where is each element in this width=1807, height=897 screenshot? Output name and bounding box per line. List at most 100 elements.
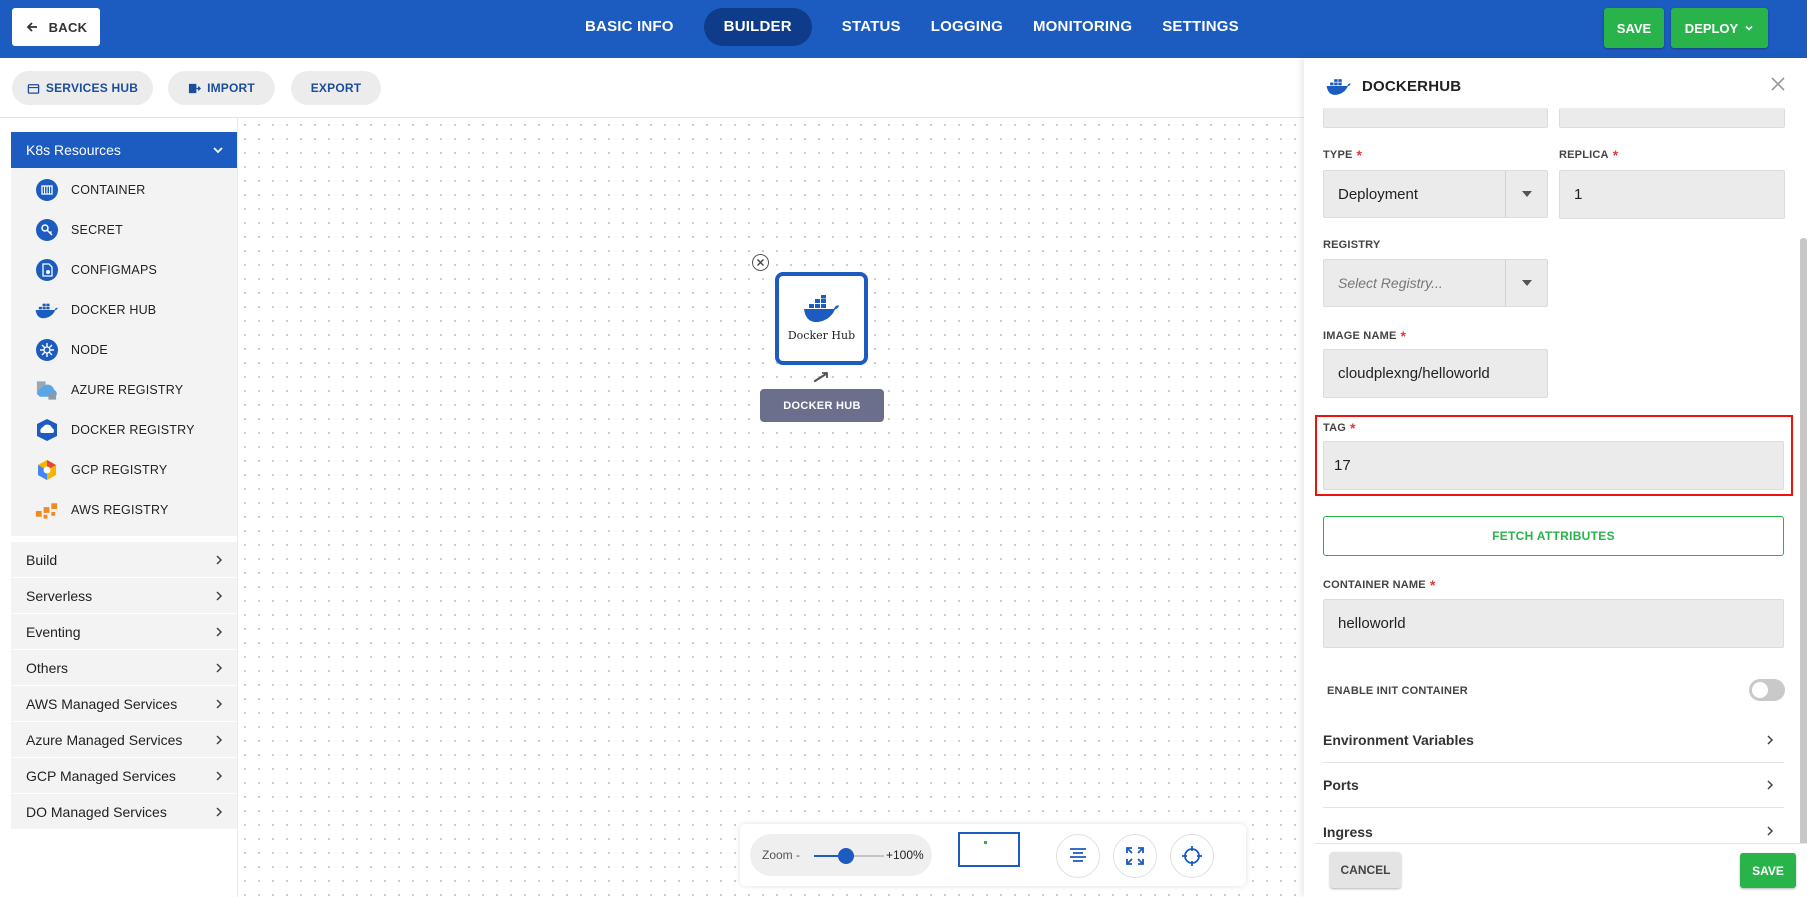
aws-icon — [34, 498, 59, 523]
registry-select[interactable]: Select Registry... — [1323, 259, 1548, 307]
configmap-icon — [34, 258, 59, 283]
type-select[interactable]: Deployment — [1323, 170, 1548, 218]
category-gcp-managed-label: GCP Managed Services — [26, 767, 176, 784]
export-button[interactable]: EXPORT — [291, 71, 381, 105]
import-button[interactable]: IMPORT — [168, 71, 275, 105]
zoom-label: Zoom - — [762, 848, 801, 862]
minimap-node — [984, 841, 987, 844]
tab-builder[interactable]: BUILDER — [703, 8, 812, 46]
arrow-left-icon — [26, 22, 37, 32]
link-connector-icon[interactable] — [812, 370, 832, 384]
builder-toolbar: SERVICES HUB IMPORT EXPORT — [0, 58, 1310, 118]
import-icon — [188, 83, 202, 93]
category-eventing-label: Eventing — [26, 623, 81, 640]
top-save-button[interactable]: SAVE — [1604, 8, 1664, 48]
resource-docker-hub[interactable]: DOCKER HUB — [34, 296, 156, 324]
replica-value: 1 — [1574, 186, 1583, 203]
close-icon[interactable] — [1770, 76, 1786, 92]
docker-registry-icon — [34, 418, 59, 443]
chevron-right-icon — [216, 591, 223, 601]
docker-whale-icon — [1326, 79, 1351, 95]
builder-canvas[interactable] — [238, 118, 1310, 897]
resource-gcp-registry-label: GCP REGISTRY — [71, 463, 168, 477]
zoom-slider-thumb[interactable] — [837, 848, 854, 864]
gcp-icon — [34, 458, 59, 483]
align-center-icon — [1070, 848, 1086, 862]
docker-hub-node[interactable]: Docker Hub — [775, 272, 868, 365]
category-do-managed[interactable]: DO Managed Services — [11, 794, 237, 830]
accordion-ingress-label: Ingress — [1323, 823, 1373, 840]
tag-label: TAG * — [1323, 420, 1356, 436]
chevron-down-icon — [213, 147, 223, 154]
replica-input[interactable]: 1 — [1559, 170, 1785, 219]
tab-logging[interactable]: LOGGING — [916, 8, 1018, 46]
resource-configmaps-label: CONFIGMAPS — [71, 263, 158, 277]
chevron-right-icon — [216, 771, 223, 781]
chevron-right-icon — [216, 807, 223, 817]
chevron-down-icon — [1745, 25, 1753, 31]
resource-node[interactable]: NODE — [34, 336, 108, 364]
accordion-env-label: Environment Variables — [1323, 732, 1474, 748]
category-aws-managed[interactable]: AWS Managed Services — [11, 686, 237, 722]
accordion-ports[interactable]: Ports — [1323, 763, 1784, 808]
zoom-slider[interactable] — [814, 848, 884, 864]
container-name-input[interactable]: helloworld — [1323, 599, 1784, 648]
category-gcp-managed[interactable]: GCP Managed Services — [11, 758, 237, 794]
resource-configmaps[interactable]: CONFIGMAPS — [34, 256, 157, 284]
category-build[interactable]: Build — [11, 542, 237, 578]
fit-screen-button[interactable] — [1113, 834, 1157, 878]
init-container-toggle[interactable] — [1749, 679, 1785, 701]
k8s-resource-list: CONTAINER SECRET CONFIGMAPS DOCKER HUB N… — [11, 168, 237, 536]
resource-aws-registry[interactable]: AWS REGISTRY — [34, 496, 169, 524]
image-name-input[interactable]: cloudplexng/helloworld — [1323, 349, 1548, 398]
align-center-button[interactable] — [1056, 834, 1100, 878]
container-icon — [34, 178, 59, 203]
tab-status[interactable]: STATUS — [827, 8, 916, 46]
panel-save-button[interactable]: SAVE — [1740, 853, 1796, 888]
category-do-managed-label: DO Managed Services — [26, 803, 167, 820]
node-remove-icon[interactable] — [752, 254, 769, 271]
expand-icon — [1126, 847, 1144, 865]
docker-whale-icon — [803, 295, 839, 322]
tab-settings[interactable]: SETTINGS — [1147, 8, 1254, 46]
tab-monitoring[interactable]: MONITORING — [1018, 8, 1147, 46]
category-serverless[interactable]: Serverless — [11, 578, 237, 614]
accordion-environment-variables[interactable]: Environment Variables — [1323, 718, 1784, 763]
category-aws-managed-label: AWS Managed Services — [26, 695, 178, 712]
node-label: DOCKER HUB — [760, 389, 884, 422]
node-title: Docker Hub — [787, 329, 856, 342]
zoom-value: +100% — [886, 848, 924, 862]
docker-icon — [34, 298, 59, 323]
scrolled-field-right — [1559, 108, 1785, 128]
resource-secret[interactable]: SECRET — [34, 216, 123, 244]
category-others[interactable]: Others — [11, 650, 237, 686]
tab-basic-info[interactable]: BASIC INFO — [570, 8, 689, 46]
resource-docker-registry-label: DOCKER REGISTRY — [71, 423, 195, 437]
back-button[interactable]: BACK — [12, 8, 100, 46]
services-hub-button[interactable]: SERVICES HUB — [12, 71, 153, 105]
resource-aws-registry-label: AWS REGISTRY — [71, 503, 169, 517]
caret-down-icon — [1505, 260, 1547, 306]
resource-docker-registry[interactable]: DOCKER REGISTRY — [34, 416, 195, 444]
panel-title: DOCKERHUB — [1362, 78, 1462, 95]
chevron-right-icon — [1767, 826, 1774, 836]
category-azure-managed[interactable]: Azure Managed Services — [11, 722, 237, 758]
cancel-button[interactable]: CANCEL — [1330, 852, 1401, 888]
resource-container[interactable]: CONTAINER — [34, 176, 146, 204]
panel-scrollbar[interactable] — [1800, 238, 1807, 851]
k8s-resources-header[interactable]: K8s Resources — [11, 132, 237, 168]
registry-placeholder: Select Registry... — [1338, 275, 1443, 291]
resource-azure-registry[interactable]: AZURE REGISTRY — [34, 376, 183, 404]
tag-input[interactable]: 17 — [1323, 441, 1784, 490]
main-nav: BASIC INFO BUILDER STATUS LOGGING MONITO… — [570, 8, 1254, 46]
chevron-right-icon — [216, 699, 223, 709]
registry-label: REGISTRY — [1323, 239, 1381, 251]
fetch-attributes-button[interactable]: FETCH ATTRIBUTES — [1323, 516, 1784, 556]
recenter-button[interactable] — [1170, 834, 1214, 878]
zoom-toolbar: Zoom - +100% — [740, 824, 1246, 886]
category-eventing[interactable]: Eventing — [11, 614, 237, 650]
deploy-button[interactable]: DEPLOY — [1671, 8, 1768, 48]
resource-gcp-registry[interactable]: GCP REGISTRY — [34, 456, 167, 484]
resource-node-label: NODE — [71, 343, 108, 357]
minimap[interactable] — [958, 832, 1020, 867]
